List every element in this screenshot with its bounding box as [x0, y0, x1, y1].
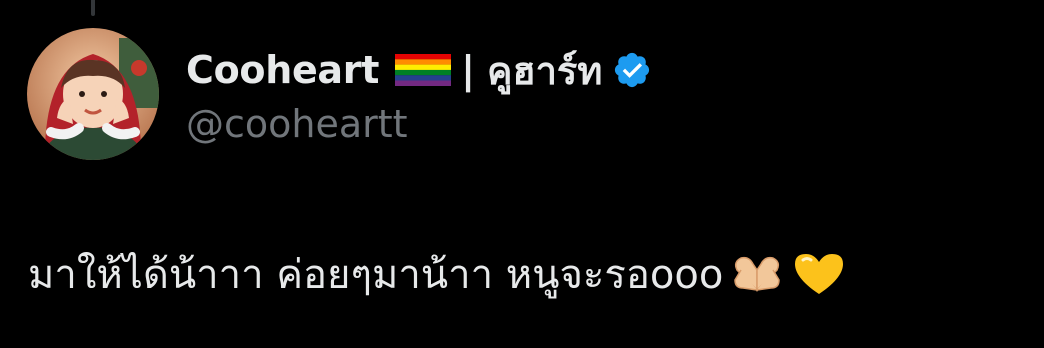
avatar[interactable] [27, 28, 159, 160]
heart-hands-emoji [729, 250, 785, 298]
author-display-name[interactable]: Cooheart [186, 48, 379, 92]
name-separator: | [461, 48, 475, 92]
verified-badge-icon[interactable] [612, 50, 652, 90]
tweet-text: มาให้ได้น้าาา ค่อยๆมาน้าา หนูจะรอooo [28, 252, 724, 298]
author-name-row: Cooheart | คูฮาร์ท [186, 40, 652, 100]
rainbow-flag-icon [395, 54, 452, 86]
tweet-body: มาให้ได้น้าาา ค่อยๆมาน้าา หนูจะรอooo [28, 242, 847, 306]
avatar-image [27, 28, 159, 160]
author-thai-name: คูฮาร์ท [486, 48, 603, 93]
yellow-heart-emoji [791, 250, 847, 298]
author-handle[interactable]: @cooheartt [186, 102, 652, 146]
tweet-header: Cooheart | คูฮาร์ท @cooheartt [186, 40, 652, 160]
thread-connector-line [91, 0, 95, 16]
